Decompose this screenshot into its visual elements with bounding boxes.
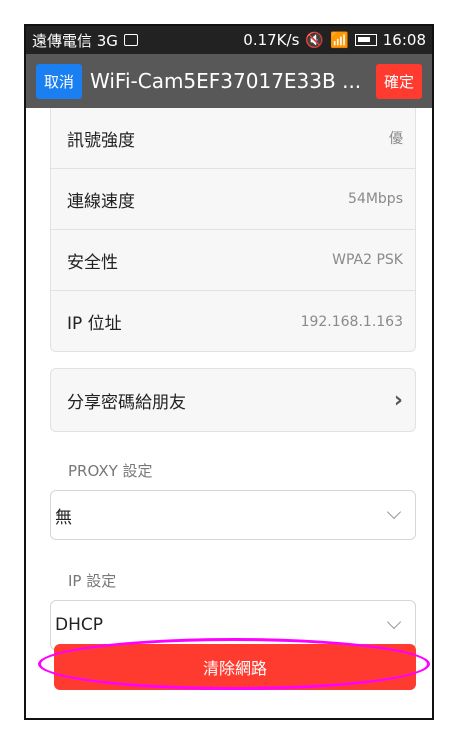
info-label: 訊號強度 [67, 130, 135, 151]
clock: 16:08 [382, 31, 426, 49]
mute-icon: 🔇 [305, 31, 325, 49]
info-value: 優 [389, 131, 403, 147]
clear-network-button[interactable]: 清除網路 [54, 644, 416, 690]
carrier-text: 遠傳電信 3G [32, 31, 118, 50]
phone-screen: 遠傳電信 3G 0.17K/s 🔇 📶 16:08 取消 WiFi-Cam5EF… [24, 24, 434, 720]
page-title: WiFi-Cam5EF37017E33B ... [90, 69, 362, 93]
info-row-security: 安全性 WPA2 PSK [51, 230, 415, 291]
proxy-selected-value: 無 [55, 507, 72, 528]
share-password-row[interactable]: 分享密碼給朋友 › [51, 369, 415, 431]
info-row-ip: IP 位址 192.168.1.163 [51, 291, 415, 352]
info-value: 192.168.1.163 [300, 313, 403, 330]
wifi-icon: 📶 [330, 31, 349, 49]
chevron-down-icon [386, 504, 402, 520]
network-info-card: 訊號強度 優 連線速度 54Mbps 安全性 WPA2 PSK IP 位址 19… [50, 108, 416, 352]
proxy-select[interactable]: 無 [50, 490, 416, 540]
status-bar: 遠傳電信 3G 0.17K/s 🔇 📶 16:08 [26, 26, 432, 54]
network-speed: 0.17K/s [243, 31, 300, 49]
info-label: 安全性 [67, 252, 118, 273]
chevron-right-icon: › [393, 387, 403, 413]
info-row-signal: 訊號強度 優 [51, 108, 415, 169]
ip-select[interactable]: DHCP [50, 600, 416, 650]
confirm-button[interactable]: 確定 [375, 63, 422, 99]
info-label: 連線速度 [67, 191, 135, 212]
info-value: 54Mbps [348, 191, 403, 207]
ip-selected-value: DHCP [55, 615, 103, 635]
ip-section-label: IP 設定 [68, 572, 117, 590]
info-label: IP 位址 [67, 314, 122, 334]
title-bar: 取消 WiFi-Cam5EF37017E33B ... 確定 [26, 54, 432, 108]
info-row-speed: 連線速度 54Mbps [51, 169, 415, 230]
battery-icon [354, 34, 377, 46]
share-password-label: 分享密碼給朋友 [67, 392, 186, 413]
share-password-card[interactable]: 分享密碼給朋友 › [50, 368, 416, 432]
chevron-down-icon [386, 614, 402, 630]
cancel-button[interactable]: 取消 [36, 63, 83, 99]
proxy-section-label: PROXY 設定 [68, 462, 153, 480]
info-value: WPA2 PSK [332, 252, 403, 268]
image-icon [123, 34, 138, 46]
